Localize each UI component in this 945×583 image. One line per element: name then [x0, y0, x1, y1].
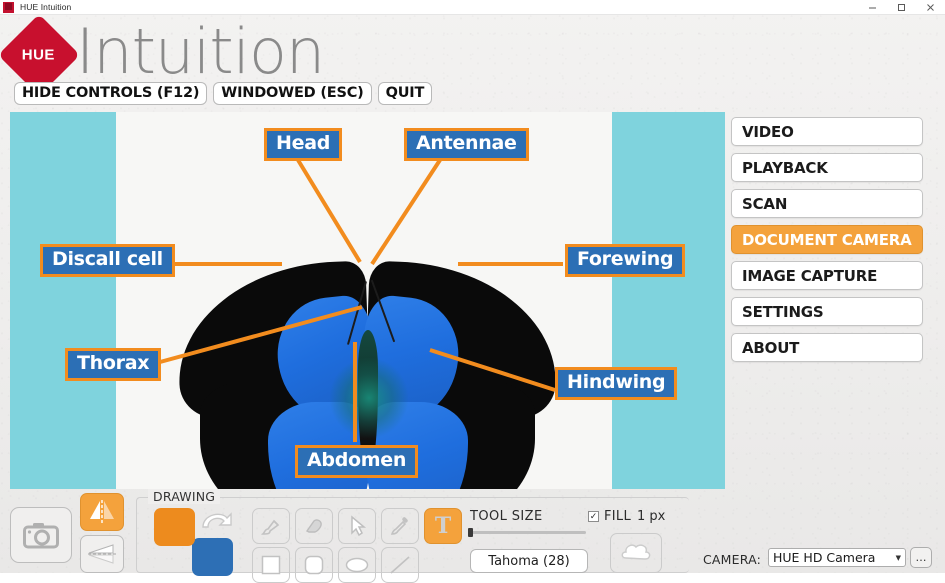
- cloud-splat-icon: [621, 544, 651, 560]
- brush-icon: [261, 519, 280, 535]
- flip-vertical-button[interactable]: [80, 493, 124, 531]
- camera-more-button[interactable]: …: [910, 547, 932, 568]
- pixel-size-value: 1 px: [637, 509, 666, 524]
- quit-button[interactable]: QUIT: [377, 82, 433, 105]
- line-tool-button[interactable]: [381, 547, 419, 583]
- nav-item-settings[interactable]: SETTINGS: [731, 297, 923, 326]
- nav-item-about[interactable]: ABOUT: [731, 333, 923, 362]
- foreground-color-swatch[interactable]: [154, 508, 195, 546]
- annotation-hindwing[interactable]: Hindwing: [555, 367, 678, 401]
- brush-tool-button[interactable]: [252, 508, 290, 544]
- camera-selected-value: HUE HD Camera: [773, 550, 876, 565]
- nav-item-playback[interactable]: PLAYBACK: [731, 153, 923, 182]
- tool-size-label: TOOL SIZE: [470, 509, 543, 524]
- minimize-icon[interactable]: [858, 0, 887, 15]
- fill-checkbox[interactable]: ✓: [588, 511, 599, 522]
- brand-logo: HUE Intuition: [0, 13, 325, 97]
- camera-icon: [23, 523, 59, 549]
- annotation-thorax[interactable]: Thorax: [65, 348, 162, 382]
- drawing-group-label: DRAWING: [148, 489, 221, 504]
- eraser-icon: [305, 519, 322, 533]
- annotation-head[interactable]: Head: [264, 128, 343, 162]
- app-window: HUE Intuition HUE Intuition HIDE CONTROL…: [0, 0, 945, 583]
- annotation-forewing[interactable]: Forewing: [565, 244, 686, 278]
- text-tool-button[interactable]: T: [424, 508, 462, 544]
- annotation-discall-cell[interactable]: Discall cell: [40, 244, 175, 278]
- rounded-rectangle-tool-button[interactable]: [295, 547, 333, 583]
- title-bar: HUE Intuition: [0, 0, 945, 15]
- ellipse-tool-button[interactable]: [338, 547, 376, 583]
- capture-button[interactable]: [10, 507, 72, 563]
- flip-horizontal-button[interactable]: [80, 535, 124, 573]
- eyedropper-tool-button[interactable]: [381, 508, 419, 544]
- chevron-down-icon: ▼: [895, 553, 901, 562]
- checkmark-icon: ✓: [589, 511, 598, 521]
- annotation-connectors: [159, 158, 563, 442]
- nav-item-video[interactable]: VIDEO: [731, 117, 923, 146]
- text-T-icon: T: [434, 513, 452, 539]
- eyedropper-icon: [390, 517, 408, 535]
- nav-item-image-capture[interactable]: IMAGE CAPTURE: [731, 261, 923, 290]
- main-navigation: VIDEO PLAYBACK SCAN DOCUMENT CAMERA IMAG…: [731, 117, 923, 362]
- hue-app-icon: [3, 1, 14, 13]
- top-button-row: HIDE CONTROLS (F12) WINDOWED (ESC) QUIT: [14, 82, 433, 105]
- swap-colors-button[interactable]: [196, 505, 236, 544]
- hue-logo-text: HUE: [22, 46, 56, 64]
- tool-size-slider-knob[interactable]: [468, 528, 473, 537]
- eraser-tool-button[interactable]: [295, 508, 333, 544]
- swap-colors-icon: [202, 512, 232, 528]
- rectangle-tool-button[interactable]: [252, 547, 290, 583]
- tool-size-slider[interactable]: [468, 528, 586, 537]
- restore-icon[interactable]: [887, 0, 916, 15]
- window-title: HUE Intuition: [20, 2, 72, 12]
- windowed-button[interactable]: WINDOWED (ESC): [213, 82, 372, 105]
- close-icon[interactable]: [916, 0, 945, 15]
- flip-vertical-icon: [90, 500, 114, 524]
- camera-label: CAMERA:: [703, 552, 762, 567]
- select-tool-button[interactable]: [338, 508, 376, 544]
- nav-item-document-camera[interactable]: DOCUMENT CAMERA: [731, 225, 923, 254]
- cursor-icon: [351, 515, 367, 537]
- flip-horizontal-icon: [88, 544, 116, 564]
- hide-controls-button[interactable]: HIDE CONTROLS (F12): [14, 82, 208, 105]
- font-picker-button[interactable]: Tahoma (28): [470, 549, 588, 573]
- annotation-abdomen[interactable]: Abdomen: [295, 445, 419, 479]
- annotation-antennae[interactable]: Antennae: [404, 128, 529, 162]
- camera-stage[interactable]: Head Antennae Discall cell Forewing Thor…: [10, 112, 725, 489]
- product-wordmark: Intuition: [76, 14, 325, 88]
- window-controls: [858, 0, 945, 15]
- fill-label: FILL: [604, 509, 631, 524]
- camera-select[interactable]: HUE HD Camera ▼: [768, 548, 906, 567]
- spray-tool-button[interactable]: [610, 533, 662, 573]
- nav-item-scan[interactable]: SCAN: [731, 189, 923, 218]
